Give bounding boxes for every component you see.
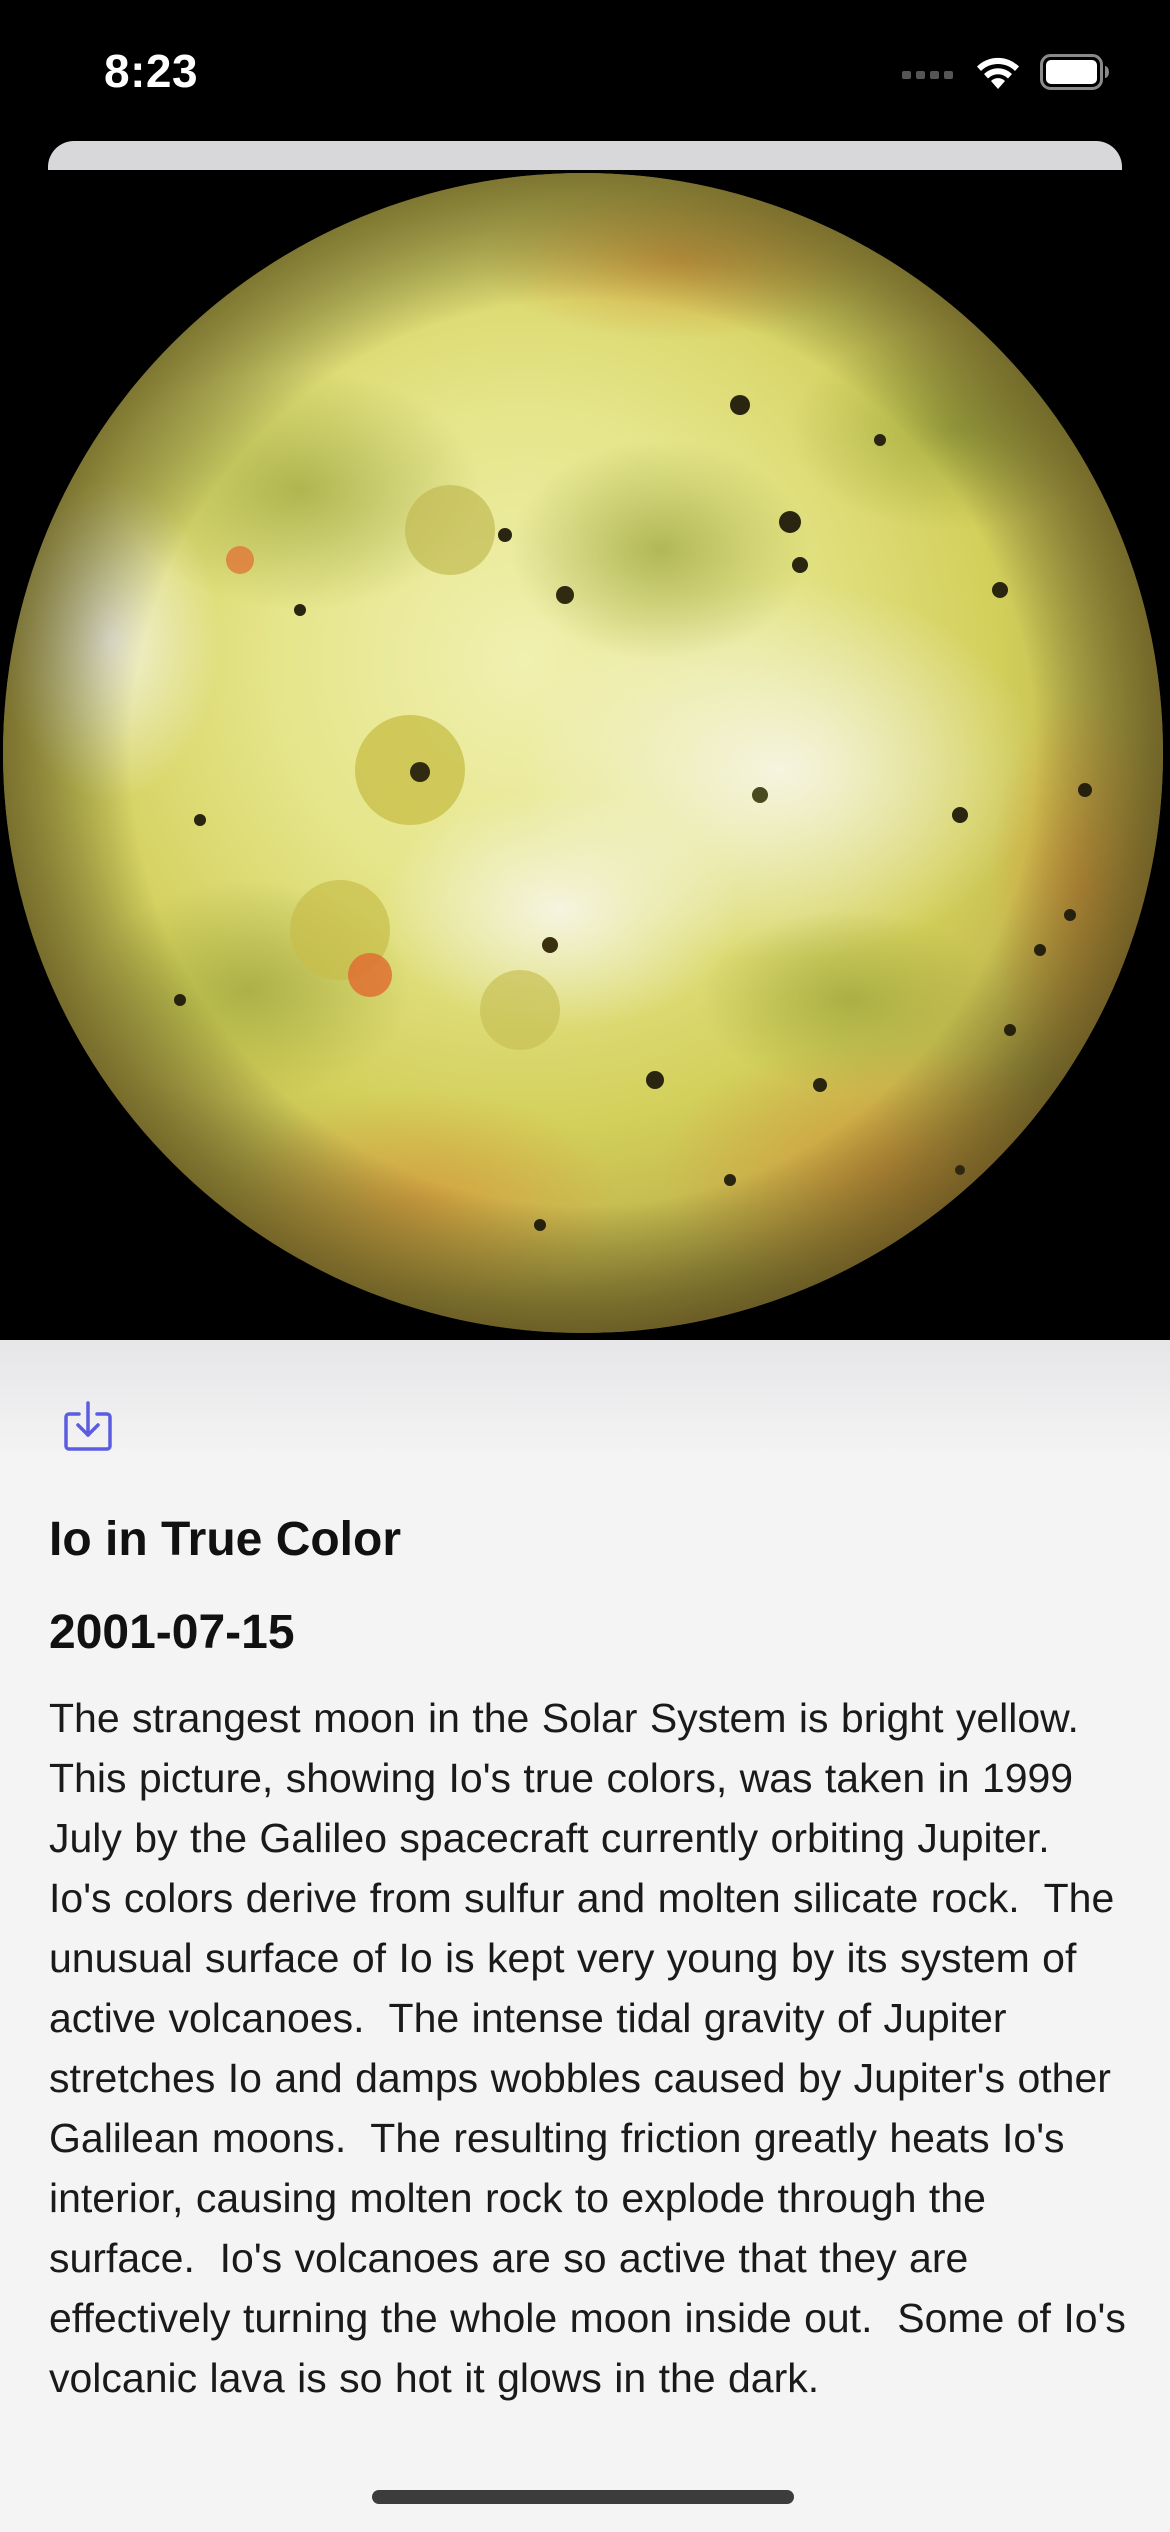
wifi-icon [974, 53, 1022, 96]
app-screen: 8:23 Io in True Color 2001-07-15 The str… [0, 0, 1170, 2532]
detail-panel: Io in True Color 2001-07-15 The stranges… [0, 1340, 1170, 2532]
status-icons [902, 53, 1110, 96]
io-photo[interactable] [0, 170, 1170, 1340]
home-indicator[interactable] [372, 2490, 794, 2504]
article-title: Io in True Color [49, 1513, 402, 1566]
article-explanation: The strangest moon in the Solar System i… [49, 1695, 1139, 2401]
download-icon [63, 1400, 113, 1457]
status-time: 8:23 [104, 45, 199, 97]
panel-shadow [0, 1340, 1170, 1460]
download-button[interactable] [58, 1396, 118, 1460]
status-bar: 8:23 [0, 0, 1170, 140]
cellular-signal-icon [902, 65, 956, 84]
article-date: 2001-07-15 [49, 1606, 295, 1659]
battery-icon [1040, 53, 1110, 95]
